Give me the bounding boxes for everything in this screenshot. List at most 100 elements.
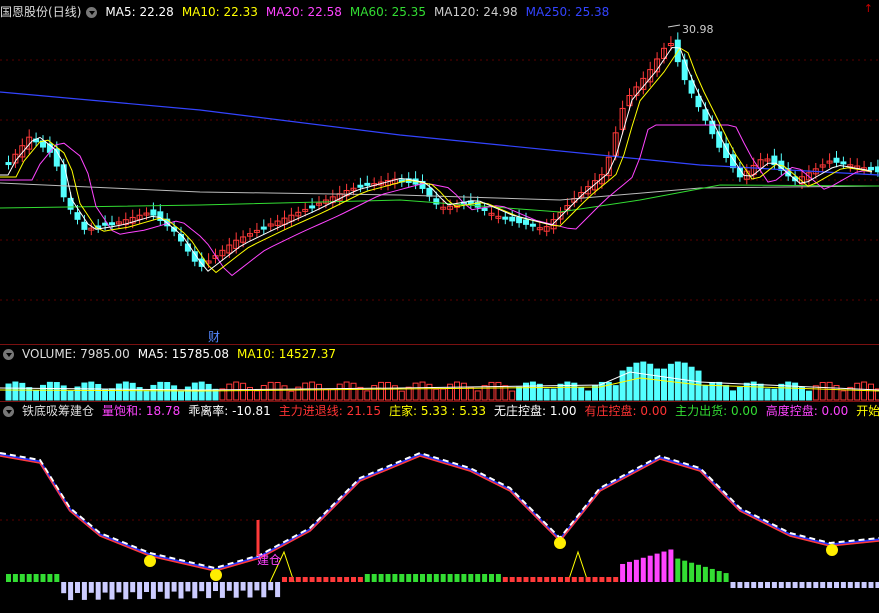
histogram-bar [647, 555, 653, 582]
volume-bar [454, 381, 460, 401]
histogram-bar [219, 582, 225, 598]
histogram-bar [247, 582, 253, 598]
candle-body [150, 209, 157, 216]
histogram-bar [351, 577, 356, 582]
panel-divider [0, 344, 879, 345]
histogram-bar [654, 553, 660, 582]
histogram-bar [426, 574, 432, 582]
volume-bar [60, 385, 67, 401]
histogram-bar [709, 568, 715, 582]
volume-bar [433, 388, 440, 401]
histogram-bar [75, 582, 80, 593]
volume-bar [536, 383, 543, 401]
volume-bar [129, 382, 136, 401]
histogram-bar [6, 574, 11, 582]
histogram-bar [116, 582, 122, 593]
histogram-bar [509, 577, 515, 582]
candle-body [681, 59, 688, 81]
histogram-bar [68, 582, 74, 601]
histogram-bar [192, 582, 198, 599]
indicator-panel-header: 铁底吸筹建仓 量饱和: 18.78 乖离率: -10.81 主力进退线: 21.15 庄… [0, 403, 879, 419]
histogram-bar [454, 574, 460, 582]
volume-bar [799, 386, 805, 401]
histogram-bar [123, 582, 129, 600]
volume-bar [516, 386, 523, 401]
volume-bar [723, 385, 730, 401]
histogram-bar [620, 563, 626, 582]
histogram-bar [744, 582, 750, 588]
volume-bar [647, 363, 654, 401]
histogram-bar [399, 574, 405, 582]
volume-bar [764, 388, 771, 401]
volume-bar [488, 381, 495, 401]
histogram-bar [799, 582, 805, 588]
chevron-down-icon[interactable] [3, 406, 14, 417]
histogram-bar [516, 577, 522, 582]
volume-bar [805, 390, 812, 401]
volume-bar [826, 381, 833, 401]
histogram-bar [523, 577, 529, 582]
volume-bar [743, 382, 750, 401]
volume-bar [398, 390, 405, 401]
histogram-bar [282, 577, 287, 582]
histogram-bar [371, 574, 377, 582]
volume-bar [115, 383, 122, 401]
financial-report-marker[interactable]: 财 [208, 328, 220, 345]
histogram-bar [633, 559, 639, 582]
chevron-down-icon[interactable] [3, 349, 14, 360]
indicator-value-7: 高度控盘: 0.00 [765, 404, 849, 418]
volume-bar [509, 390, 516, 401]
histogram-bar [765, 582, 770, 588]
volume-bar [5, 383, 12, 401]
candle-body [364, 182, 371, 186]
histogram-bar [302, 577, 308, 582]
volume-bar [654, 368, 661, 401]
volume-bar [302, 382, 309, 401]
histogram-bar [627, 561, 632, 582]
histogram-bar [157, 582, 163, 592]
ma5-line [0, 46, 873, 272]
histogram-bar [854, 582, 860, 588]
histogram-bar [702, 566, 708, 582]
candle-body [868, 166, 874, 171]
indicator-value-1: 乖离率: -10.81 [188, 404, 271, 418]
volume-bar [184, 386, 191, 401]
volume-bar [281, 385, 288, 401]
volume-bar [67, 390, 74, 401]
volume-bar [812, 385, 819, 401]
histogram-bar [475, 574, 481, 582]
indicator-value-4: 无庄控盘: 1.00 [493, 404, 577, 418]
histogram-bar [433, 574, 439, 582]
histogram-bar [675, 558, 681, 582]
histogram-bar [102, 582, 108, 593]
candle-body [529, 223, 536, 227]
volume-bar [792, 382, 799, 401]
histogram-bar [309, 577, 315, 582]
volume-bar [460, 382, 467, 401]
volume-bar [633, 362, 640, 401]
volume-bar [564, 381, 571, 401]
histogram-bar [551, 577, 557, 582]
volume-bar [143, 390, 150, 401]
volume-bar [495, 381, 502, 401]
histogram-bar [571, 577, 577, 582]
histogram-bar [785, 582, 791, 588]
histogram-bar [26, 574, 32, 582]
histogram-bar [95, 582, 101, 600]
histogram-bar [861, 582, 867, 588]
volume-bar [440, 388, 447, 401]
volume-bar [695, 370, 702, 401]
histogram-bar [827, 582, 833, 588]
volume-ma-indicator-0: MA5: 15785.08 [137, 347, 230, 361]
candle-body [184, 243, 191, 252]
histogram-bar [696, 564, 701, 582]
histogram-bar [489, 574, 494, 582]
histogram-bar [578, 577, 584, 582]
volume-ma-indicator-1: MA10: 14527.37 [237, 347, 336, 361]
volume-bar [447, 383, 454, 401]
histogram-bar [171, 582, 177, 592]
candle-body [695, 95, 702, 108]
indicator-value-6: 主力出货: 0.00 [675, 404, 758, 418]
volume-bar [205, 383, 212, 401]
volume-bar [702, 385, 709, 401]
